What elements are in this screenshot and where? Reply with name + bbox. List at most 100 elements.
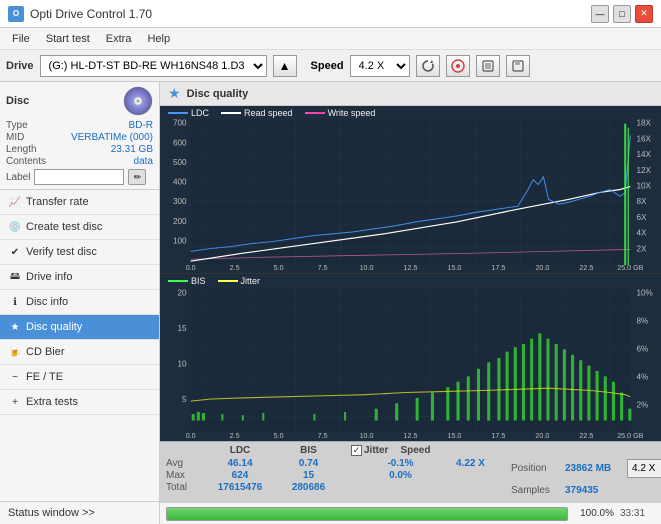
disc-quality-icon: ★ (8, 320, 22, 334)
speed-selector[interactable]: 4.2 X (627, 459, 661, 478)
stats-ldc-header: LDC (204, 445, 276, 456)
svg-text:6%: 6% (636, 343, 648, 353)
sidebar-item-disc-quality[interactable]: ★ Disc quality (0, 315, 159, 340)
stats-total-row: Total 17615476 280686 (166, 482, 503, 493)
svg-text:10%: 10% (636, 287, 653, 297)
stats-avg-bis: 0.74 (276, 458, 341, 469)
save-button[interactable] (506, 55, 530, 77)
svg-text:15.0: 15.0 (448, 265, 462, 272)
write-button[interactable] (476, 55, 500, 77)
svg-text:10X: 10X (636, 182, 651, 191)
svg-text:5: 5 (182, 394, 187, 404)
chart-ldc: LDC Read speed Write speed (160, 106, 661, 274)
stats-speed-header: Speed (400, 445, 430, 456)
disc-label-row: Label ✏ (6, 169, 153, 185)
stats-position-row: Position 23862 MB 4.2 X Start full (511, 458, 661, 478)
fe-te-icon: ~ (8, 370, 22, 384)
disc-length-key: Length (6, 144, 37, 155)
menu-file[interactable]: File (4, 31, 38, 47)
stats-data-container: Avg 46.14 0.74 -0.1% 4.22 X Max 624 15 0… (166, 458, 655, 500)
verify-test-disc-icon: ✔ (8, 245, 22, 259)
sidebar-item-verify-test-disc[interactable]: ✔ Verify test disc (0, 240, 159, 265)
legend-jitter: Jitter (218, 276, 261, 286)
disc-label-edit-button[interactable]: ✏ (128, 169, 146, 185)
close-button[interactable]: ✕ (635, 5, 653, 23)
menu-extra[interactable]: Extra (98, 31, 140, 47)
svg-text:22.5: 22.5 (579, 431, 593, 440)
svg-text:20.0: 20.0 (535, 265, 549, 272)
svg-text:300: 300 (173, 197, 187, 206)
svg-text:15.0: 15.0 (448, 431, 462, 440)
svg-text:5.0: 5.0 (274, 431, 284, 440)
svg-text:25.0 GB: 25.0 GB (617, 265, 644, 272)
stats-max-label: Max (166, 470, 204, 481)
stats-right-section: Position 23862 MB 4.2 X Start full Sampl… (511, 458, 661, 500)
sidebar-item-label-verify-test: Verify test disc (26, 246, 97, 258)
disc-contents-val: data (134, 156, 153, 167)
svg-text:12.5: 12.5 (404, 431, 418, 440)
menu-bar: File Start test Extra Help (0, 28, 661, 50)
stats-position-val: 23862 MB (565, 463, 623, 474)
disc-contents-row: Contents data (6, 156, 153, 167)
svg-text:500: 500 (173, 158, 187, 167)
stats-samples-row: Samples 379435 Start part (511, 480, 661, 500)
sidebar-item-transfer-rate[interactable]: 📈 Transfer rate (0, 190, 159, 215)
disc-header: Disc (6, 86, 153, 116)
disc-length-val: 23.31 GB (111, 144, 153, 155)
sidebar-item-drive-info[interactable]: 🖴 Drive info (0, 265, 159, 290)
svg-text:200: 200 (173, 217, 187, 226)
svg-text:20: 20 (177, 287, 186, 297)
legend-jitter-label: Jitter (241, 276, 261, 286)
disc-label-input[interactable] (34, 169, 124, 185)
legend-ldc: LDC (168, 108, 209, 118)
menu-start-test[interactable]: Start test (38, 31, 98, 47)
sidebar-item-label-drive-info: Drive info (26, 271, 72, 283)
legend-jitter-line (218, 280, 238, 282)
drive-select[interactable]: (G:) HL-DT-ST BD-RE WH16NS48 1.D3 (40, 55, 267, 77)
stats-max-row: Max 624 15 0.0% (166, 470, 503, 481)
legend-write-line (305, 112, 325, 114)
stats-samples-val: 379435 (565, 485, 623, 496)
svg-text:18X: 18X (636, 119, 651, 128)
sidebar-item-disc-info[interactable]: ℹ Disc info (0, 290, 159, 315)
menu-help[interactable]: Help (139, 31, 178, 47)
svg-text:12.5: 12.5 (404, 265, 418, 272)
charts-container: LDC Read speed Write speed (160, 106, 661, 441)
sidebar: Disc Type BD-R (0, 82, 160, 524)
status-window-button[interactable]: Status window >> (0, 502, 159, 524)
stats-bis-header: BIS (276, 445, 341, 456)
disc-type-row: Type BD-R (6, 120, 153, 131)
minimize-button[interactable]: — (591, 5, 609, 23)
progress-bar-container: 100.0% 33:31 (160, 502, 661, 524)
stats-jitter-header: Jitter (364, 445, 388, 456)
sidebar-item-cd-bier[interactable]: 🍺 CD Bier (0, 340, 159, 365)
speed-label: Speed (311, 60, 344, 72)
disc-quality-header-icon: ★ (168, 85, 181, 102)
maximize-button[interactable]: □ (613, 5, 631, 23)
chart-ldc-svg: 700 600 500 400 300 200 100 18X 16X 14X … (160, 106, 661, 273)
disc-icon-button[interactable] (446, 55, 470, 77)
eject-button[interactable]: ▲ (273, 55, 297, 77)
speed-select[interactable]: 4.2 X (350, 55, 410, 77)
disc-type-key: Type (6, 120, 28, 131)
transfer-rate-icon: 📈 (8, 195, 22, 209)
sidebar-item-extra-tests[interactable]: + Extra tests (0, 390, 159, 415)
svg-text:400: 400 (173, 178, 187, 187)
refresh-button[interactable] (416, 55, 440, 77)
app-icon: O (8, 6, 24, 22)
disc-contents-key: Contents (6, 156, 46, 167)
stats-position-label: Position (511, 463, 561, 474)
disc-quality-title: Disc quality (187, 88, 249, 100)
sidebar-item-create-test-disc[interactable]: 💿 Create test disc (0, 215, 159, 240)
sidebar-item-label-disc-info: Disc info (26, 296, 68, 308)
jitter-checkbox[interactable]: ✓ (351, 445, 362, 456)
main-layout: Disc Type BD-R (0, 82, 661, 524)
sidebar-item-fe-te[interactable]: ~ FE / TE (0, 365, 159, 390)
svg-text:600: 600 (173, 138, 187, 147)
legend-ldc-line (168, 112, 188, 114)
status-section: Status window >> (0, 501, 159, 524)
svg-text:100: 100 (173, 237, 187, 246)
title-bar-left: O Opti Drive Control 1.70 (8, 6, 152, 22)
create-test-disc-icon: 💿 (8, 220, 22, 234)
disc-panel: Disc Type BD-R (0, 82, 159, 190)
